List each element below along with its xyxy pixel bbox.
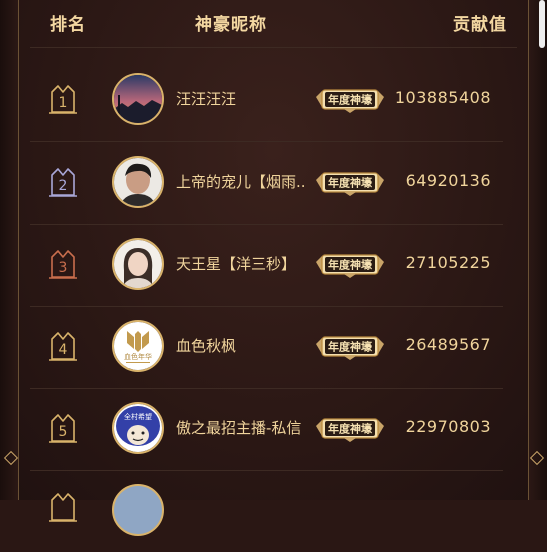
annual-tycoon-badge: 年度神壕: [314, 332, 386, 362]
rank-crown-icon: 5: [48, 411, 78, 445]
svg-text:血色年华: 血色年华: [124, 352, 152, 361]
avatar[interactable]: [112, 73, 164, 125]
contribution-column-header: 贡献值: [453, 15, 507, 35]
rank-crown-icon: 3: [48, 247, 78, 281]
svg-text:年度神壕: 年度神壕: [328, 93, 373, 107]
left-border-ornament: [0, 0, 19, 500]
user-nickname[interactable]: 汪汪汪汪: [176, 88, 316, 109]
rank-column-header: 排名: [50, 15, 86, 35]
annual-tycoon-badge: 年度神壕: [314, 85, 386, 115]
svg-text:年度神壕: 年度神壕: [328, 176, 373, 190]
rank-crown-icon: 4: [48, 329, 78, 363]
contribution-value: 103885408: [394, 88, 491, 107]
svg-text:全村希望: 全村希望: [124, 412, 152, 421]
svg-text:3: 3: [59, 260, 68, 276]
svg-text:年度神壕: 年度神壕: [328, 340, 373, 354]
user-nickname[interactable]: 血色秋枫: [176, 335, 316, 356]
leaderboard-row-partial[interactable]: [30, 470, 503, 552]
rank-crown-icon: [48, 490, 78, 524]
svg-text:5: 5: [59, 424, 68, 440]
contribution-value: 22970803: [405, 417, 491, 436]
svg-text:4: 4: [59, 342, 68, 358]
leaderboard-header: 排名 神豪昵称 贡献值: [30, 0, 517, 48]
user-nickname[interactable]: 天王星【洋三秒】: [176, 253, 316, 274]
annual-tycoon-badge: 年度神壕: [314, 414, 386, 444]
avatar[interactable]: [112, 238, 164, 290]
scrollbar-thumb[interactable]: [539, 0, 545, 48]
nickname-column-header: 神豪昵称: [195, 15, 267, 35]
leaderboard-row[interactable]: 1 汪汪汪汪 年度神壕 103885408: [30, 59, 503, 142]
svg-text:2: 2: [59, 178, 68, 194]
leaderboard-row[interactable]: 2 上帝的宠儿【烟雨.. 年度神壕 64920136: [30, 142, 503, 225]
avatar[interactable]: [112, 484, 164, 536]
leaderboard-row[interactable]: 3 天王星【洋三秒】 年度神壕 27105225: [30, 224, 503, 307]
diamond-ornament-icon: [3, 450, 19, 466]
contribution-value: 64920136: [405, 171, 491, 190]
svg-text:年度神壕: 年度神壕: [328, 422, 373, 436]
contribution-value: 27105225: [405, 253, 491, 272]
diamond-ornament-icon: [529, 450, 545, 466]
svg-text:年度神壕: 年度神壕: [328, 258, 373, 272]
avatar[interactable]: 全村希望: [112, 402, 164, 454]
contribution-value: 26489567: [405, 335, 491, 354]
leaderboard-row[interactable]: 5 全村希望傲之最招主播-私信 年度神壕 22970803: [30, 388, 503, 471]
avatar[interactable]: [112, 156, 164, 208]
user-nickname[interactable]: 上帝的宠儿【烟雨..: [176, 171, 316, 192]
annual-tycoon-badge: 年度神壕: [314, 250, 386, 280]
right-border-ornament: [528, 0, 547, 500]
leaderboard-row[interactable]: 4 血色年华 血色秋枫 年度神壕 26489567: [30, 306, 503, 389]
rank-crown-icon: 1: [48, 82, 78, 116]
rank-crown-icon: 2: [48, 165, 78, 199]
avatar[interactable]: 血色年华: [112, 320, 164, 372]
svg-text:1: 1: [59, 95, 68, 111]
annual-tycoon-badge: 年度神壕: [314, 168, 386, 198]
user-nickname[interactable]: 傲之最招主播-私信: [176, 417, 316, 438]
